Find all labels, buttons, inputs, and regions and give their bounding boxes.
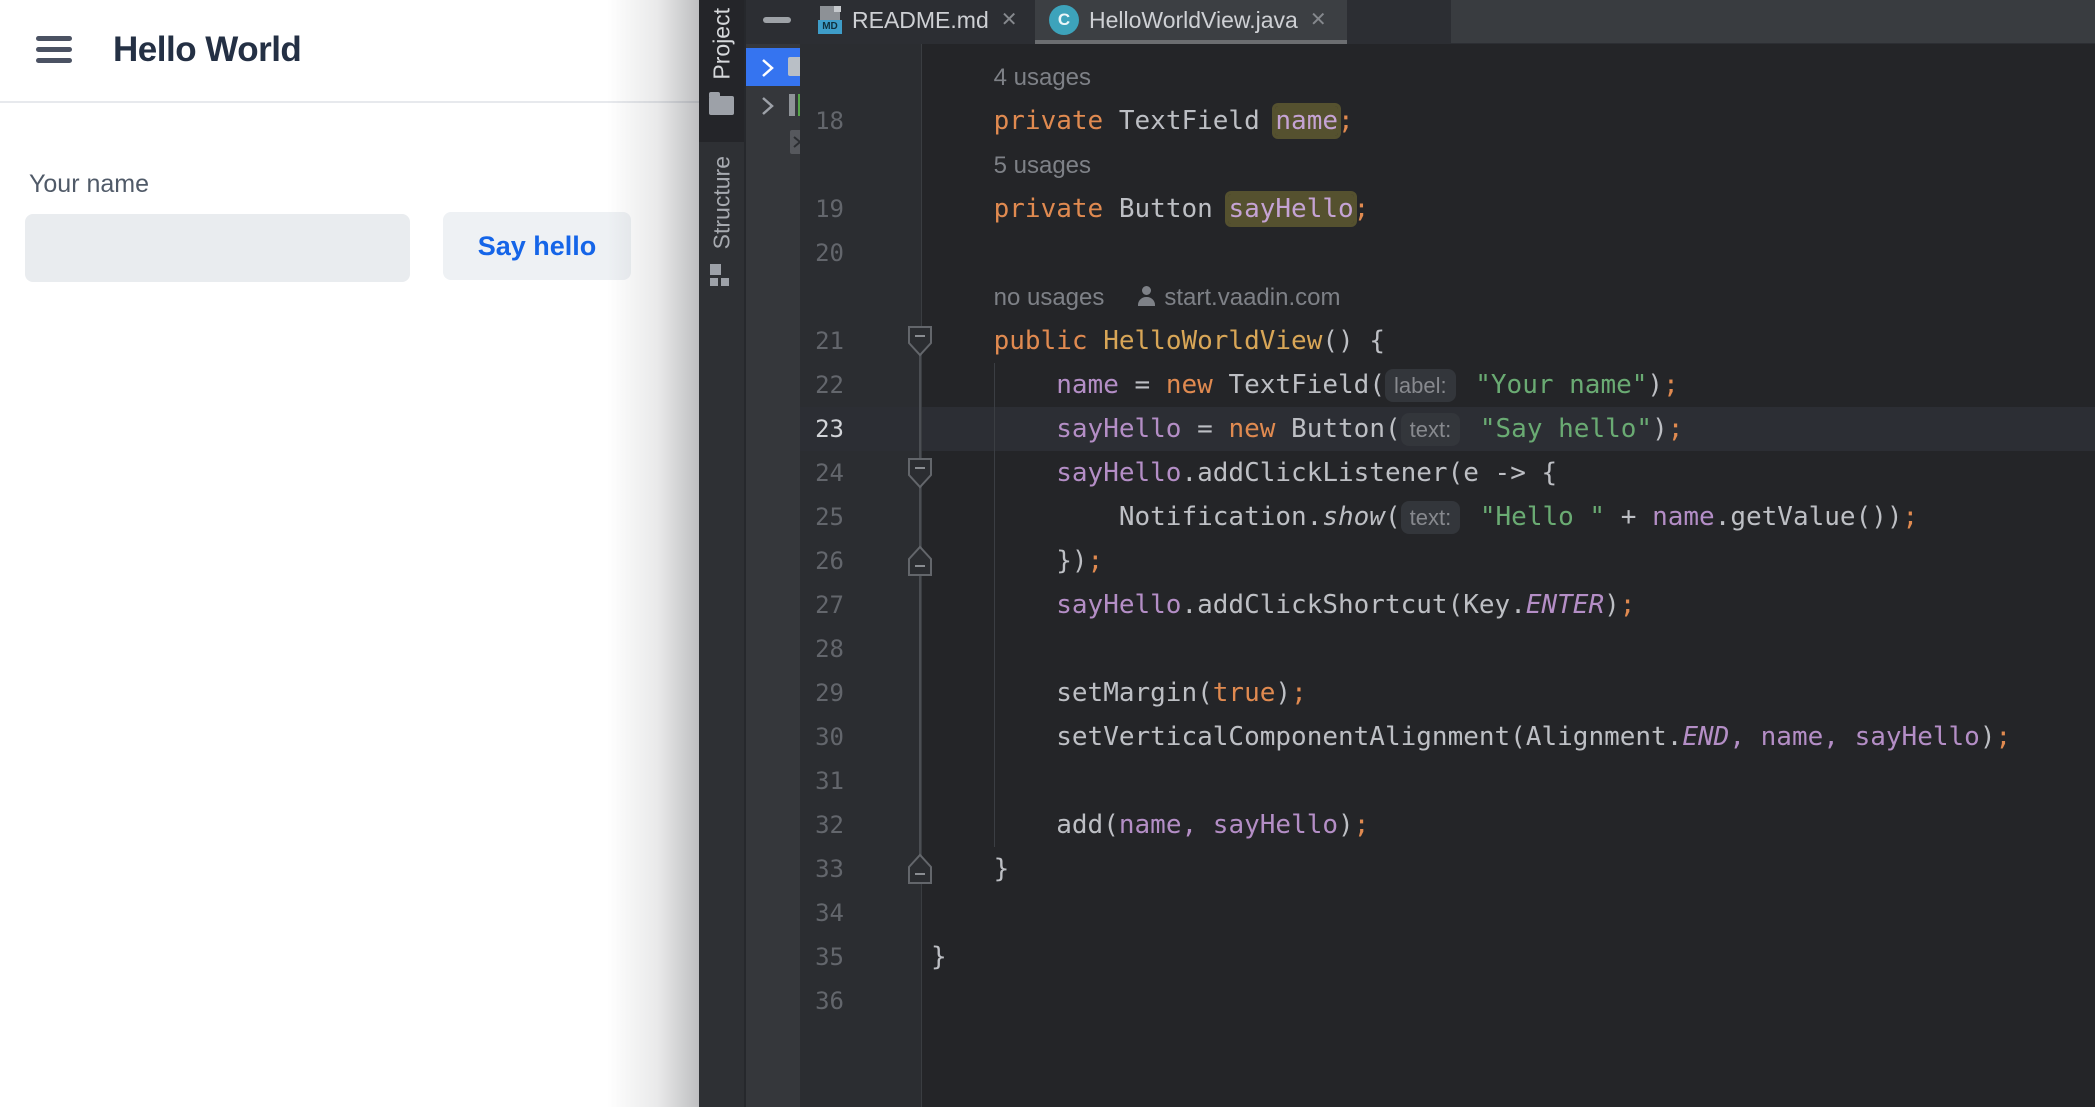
code-line: 31 (800, 759, 2095, 803)
fold-collapse-start-icon[interactable] (906, 456, 934, 490)
hide-toolwindow-button[interactable] (763, 17, 791, 23)
code-line: 23 sayHello = new Button(text: "Say hell… (800, 407, 2095, 451)
tab-helloworldview[interactable]: C HelloWorldView.java ✕ (1035, 0, 1347, 40)
code-line: 29 setMargin(true); (800, 671, 2095, 715)
menu-icon[interactable] (36, 35, 72, 65)
screen: Hello World Your name Say hello Project … (0, 0, 2095, 1107)
code-editor[interactable]: 4 usages18 private TextField name; 5 usa… (800, 44, 2095, 1107)
project-tree (744, 44, 802, 1107)
code-line: 24 sayHello.addClickListener(e -> { (800, 451, 2095, 495)
editor-tab-bar: MD README.md ✕ C HelloWorldView.java ✕ (800, 0, 2095, 44)
code-line: 32 add(name, sayHello); (800, 803, 2095, 847)
fold-collapse-end-icon[interactable] (906, 544, 934, 578)
code-line: no usages start.vaadin.com (800, 275, 2095, 319)
code-line: 4 usages (800, 55, 2095, 99)
person-icon (1136, 286, 1158, 308)
tab-bar-empty-space (1451, 0, 2095, 43)
code-line: 25 Notification.show(text: "Hello " + na… (800, 495, 2095, 539)
page-title: Hello World (113, 30, 301, 70)
vaadin-app-pane: Hello World Your name Say hello (0, 0, 699, 1107)
code-line: 20 (800, 231, 2095, 275)
tree-row[interactable] (746, 86, 802, 124)
name-input[interactable] (25, 214, 410, 282)
code-line: 22 name = new TextField(label: "Your nam… (800, 363, 2095, 407)
fold-collapse-end-icon[interactable] (906, 852, 934, 886)
code-line: 18 private TextField name; (800, 99, 2095, 143)
code-line: 19 private Button sayHello; (800, 187, 2095, 231)
sidebar-item-structure[interactable]: Structure (699, 142, 744, 300)
code-line: 21 public HelloWorldView() { (800, 319, 2095, 363)
chevron-right-icon (756, 94, 778, 118)
tab-helloworldview-label: HelloWorldView.java (1089, 7, 1298, 34)
code-line: 36 (800, 979, 2095, 1023)
project-stripe-label: Project (708, 8, 735, 80)
fold-collapse-start-icon[interactable] (906, 324, 934, 358)
ide-pane: Project Structure (699, 0, 2095, 1107)
app-header: Hello World (0, 0, 699, 103)
structure-icon (710, 264, 734, 286)
code-line: 5 usages (800, 143, 2095, 187)
java-class-icon: C (1049, 5, 1079, 35)
markdown-icon: MD (818, 6, 842, 34)
window-shadow (607, 0, 699, 1107)
sidebar-item-project[interactable]: Project (699, 0, 744, 142)
code-line: 26 }); (800, 539, 2095, 583)
code-line: 27 sayHello.addClickShortcut(Key.ENTER); (800, 583, 2095, 627)
structure-stripe-label: Structure (708, 156, 735, 249)
toolwindow-stripe: Project Structure (699, 0, 744, 1107)
code-line: 33 } (800, 847, 2095, 891)
name-field-label: Your name (29, 170, 149, 199)
close-icon[interactable]: ✕ (1001, 10, 1018, 30)
say-hello-button[interactable]: Say hello (443, 212, 631, 280)
chevron-right-icon (756, 56, 778, 80)
close-icon[interactable]: ✕ (1310, 10, 1327, 30)
code-line: 30 setVerticalComponentAlignment(Alignme… (800, 715, 2095, 759)
tab-readme-label: README.md (852, 7, 989, 34)
tree-header (744, 0, 802, 44)
code-line: 35} (800, 935, 2095, 979)
project-folder-icon (709, 96, 734, 115)
code-line: 28 (800, 627, 2095, 671)
tree-row-selected[interactable] (746, 48, 802, 86)
tab-readme[interactable]: MD README.md ✕ (810, 0, 1035, 40)
code-line: 34 (800, 891, 2095, 935)
